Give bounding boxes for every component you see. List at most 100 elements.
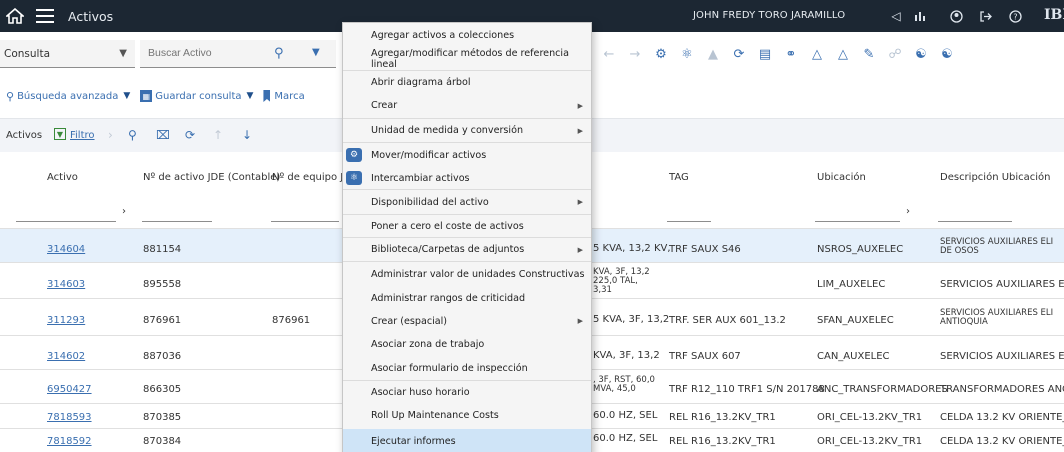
col-asset[interactable]: Activo (47, 172, 78, 183)
menu-icon[interactable] (30, 0, 60, 32)
menu-item-create-spatial[interactable]: Crear (espacial) ▶ (343, 310, 591, 332)
menu-item-label: Poner a cero el coste de activos (371, 220, 524, 232)
asset-link[interactable]: 7818593 (47, 412, 92, 423)
menu-item-open-tree[interactable]: Abrir diagrama árbol (343, 71, 591, 93)
user-name[interactable]: JOHN FREDY TORO JARAMILLO (693, 10, 845, 21)
people-add-icon[interactable]: △ (834, 45, 852, 63)
bookmarks-link[interactable]: Marca (263, 90, 305, 102)
filter-field-asset[interactable] (16, 210, 116, 222)
menu-item-constructive-units[interactable]: Administrar valor de unidades Constructi… (343, 262, 591, 286)
menu-item-label: Asociar formulario de inspección (371, 362, 528, 374)
link-icon[interactable]: ☍ (886, 45, 904, 63)
col-location[interactable]: Ubicación (817, 172, 866, 183)
sort-up-icon[interactable]: ↑ (213, 128, 223, 142)
asset-link-icon[interactable]: ⚙ (652, 45, 670, 63)
chevron-right-icon[interactable]: › (108, 128, 113, 142)
asset-link[interactable]: 6950427 (47, 384, 92, 395)
menu-item-label: Unidad de medida y conversión (371, 125, 524, 136)
menu-item-label: Agregar/modificar métodos de referencia … (371, 47, 569, 70)
description-cell: 5 KVA, 3F, 13,2 (593, 314, 670, 325)
menu-item-move-assets[interactable]: ⚙ Mover/modificar activos (343, 143, 591, 167)
download-icon[interactable]: ↓ (242, 128, 252, 142)
menu-item-run-reports[interactable]: Ejecutar informes (343, 429, 591, 452)
search-input[interactable] (140, 40, 260, 66)
query-select[interactable]: Consulta ▼ (0, 40, 135, 68)
description-cell: , 3F, RST, 60,0 MVA, 45,0 (593, 375, 655, 394)
menu-item-time-zone[interactable]: Asociar huso horario (343, 381, 591, 403)
hierarchy-icon[interactable]: ▲ (704, 45, 722, 63)
menu-item-add-to-collections[interactable]: Agregar activos a colecciones (343, 24, 591, 47)
filter-field-jde[interactable] (142, 210, 212, 222)
asset-link[interactable]: 314604 (47, 244, 85, 255)
location-cell: LIM_AUXELEC (817, 279, 886, 290)
route-alt-icon[interactable]: ☯ (938, 45, 956, 63)
home-icon[interactable] (0, 0, 30, 32)
clear-filter-icon[interactable]: ⌧ (156, 128, 170, 142)
menu-item-unit-of-measure[interactable]: Unidad de medida y conversión ▶ (343, 119, 591, 143)
menu-item-swap-assets[interactable]: ⚛ Intercambiar activos (343, 167, 591, 190)
jde-cell: 870385 (143, 412, 182, 423)
filter-field-location-desc[interactable] (938, 210, 1012, 222)
filter-field-location[interactable] (815, 210, 900, 222)
asset-link[interactable]: 311293 (47, 315, 85, 326)
table-search-icon[interactable]: ⚲ (128, 128, 137, 142)
filter-field-equip[interactable] (271, 210, 339, 222)
location-desc-cell: SERVICIOS AUXILIARES ELI DE OSOS (940, 237, 1054, 256)
filter-field-tag[interactable] (667, 210, 711, 222)
tag-cell: TRF SAUX 607 (669, 351, 741, 362)
location-cell: ANC_TRANSFORMADORES (817, 384, 948, 395)
menu-item-linear-reference[interactable]: Agregar/modificar métodos de referencia … (343, 47, 591, 71)
logout-icon[interactable] (976, 7, 994, 25)
menu-item-criticality[interactable]: Administrar rangos de criticidad (343, 286, 591, 310)
refresh-icon[interactable]: ⟳ (730, 45, 748, 63)
refresh-table-icon[interactable]: ⟳ (185, 128, 195, 142)
advanced-search-label: Búsqueda avanzada (17, 90, 119, 102)
col-tag[interactable]: TAG (669, 172, 689, 183)
advanced-search-link[interactable]: ⚲ Búsqueda avanzada ▼ (6, 90, 130, 103)
previous-icon[interactable]: ← (600, 45, 618, 63)
location-desc-cell: CELDA 13.2 KV ORIENTE_TI (940, 412, 1064, 423)
menu-item-zero-cost[interactable]: Poner a cero el coste de activos (343, 215, 591, 238)
menu-item-roll-up-costs[interactable]: Roll Up Maintenance Costs (343, 403, 591, 428)
col-equip[interactable]: Nº de equipo JI (272, 172, 346, 183)
megaphone-icon[interactable]: ◁ (887, 7, 905, 25)
menu-item-availability[interactable]: Disponibilidad del activo ▶ (343, 190, 591, 215)
description-cell: 60.0 HZ, SEL (593, 433, 658, 444)
share-icon[interactable]: ⚭ (782, 45, 800, 63)
menu-item-inspection-form[interactable]: Asociar formulario de inspección (343, 356, 591, 381)
menu-item-create[interactable]: Crear ▶ (343, 93, 591, 119)
bookmarks-label: Marca (274, 90, 305, 102)
filter-icon[interactable]: ▼ (54, 128, 66, 140)
help-icon[interactable]: ? (1006, 7, 1024, 25)
jde-cell: 870384 (143, 436, 182, 447)
asset-link[interactable]: 314603 (47, 279, 85, 290)
save-query-link[interactable]: ▦ Guardar consulta ▼ (140, 90, 253, 102)
asset-swap-icon[interactable]: ⚛ (678, 45, 696, 63)
save-query-label: Guardar consulta (155, 90, 242, 102)
location-desc-cell: TRANSFORMADORES ANC (940, 384, 1064, 395)
search-icon[interactable]: ⚲ (274, 46, 284, 61)
col-location-desc[interactable]: Descripción Ubicación (940, 172, 1051, 183)
location-cell: CAN_AUXELEC (817, 351, 890, 362)
next-icon[interactable]: → (626, 45, 644, 63)
profile-icon[interactable] (947, 7, 965, 25)
menu-item-work-zone[interactable]: Asociar zona de trabajo (343, 332, 591, 356)
submenu-arrow-icon: ▶ (577, 126, 583, 135)
menu-item-label: Abrir diagrama árbol (371, 76, 471, 88)
col-jde[interactable]: Nº de activo JDE (Contable) (143, 172, 280, 183)
route-icon[interactable]: ☯ (912, 45, 930, 63)
bookmark-icon (263, 90, 271, 102)
bar-chart-icon[interactable] (911, 7, 929, 25)
asset-link[interactable]: 314602 (47, 351, 85, 362)
jde-cell: 881154 (143, 244, 182, 255)
chevron-right-icon[interactable]: › (906, 206, 910, 217)
chevron-right-icon[interactable]: › (122, 206, 126, 217)
menu-item-label: Crear (371, 100, 398, 111)
asset-link[interactable]: 7818592 (47, 436, 92, 447)
menu-item-attachments[interactable]: Biblioteca/Carpetas de adjuntos ▶ (343, 238, 591, 262)
document-icon[interactable]: ▤ (756, 45, 774, 63)
edit-icon[interactable]: ✎ (860, 45, 878, 63)
search-options-chevron-icon[interactable]: ▼ (312, 47, 320, 58)
people-icon[interactable]: △ (808, 45, 826, 63)
filter-link[interactable]: Filtro (70, 130, 95, 141)
